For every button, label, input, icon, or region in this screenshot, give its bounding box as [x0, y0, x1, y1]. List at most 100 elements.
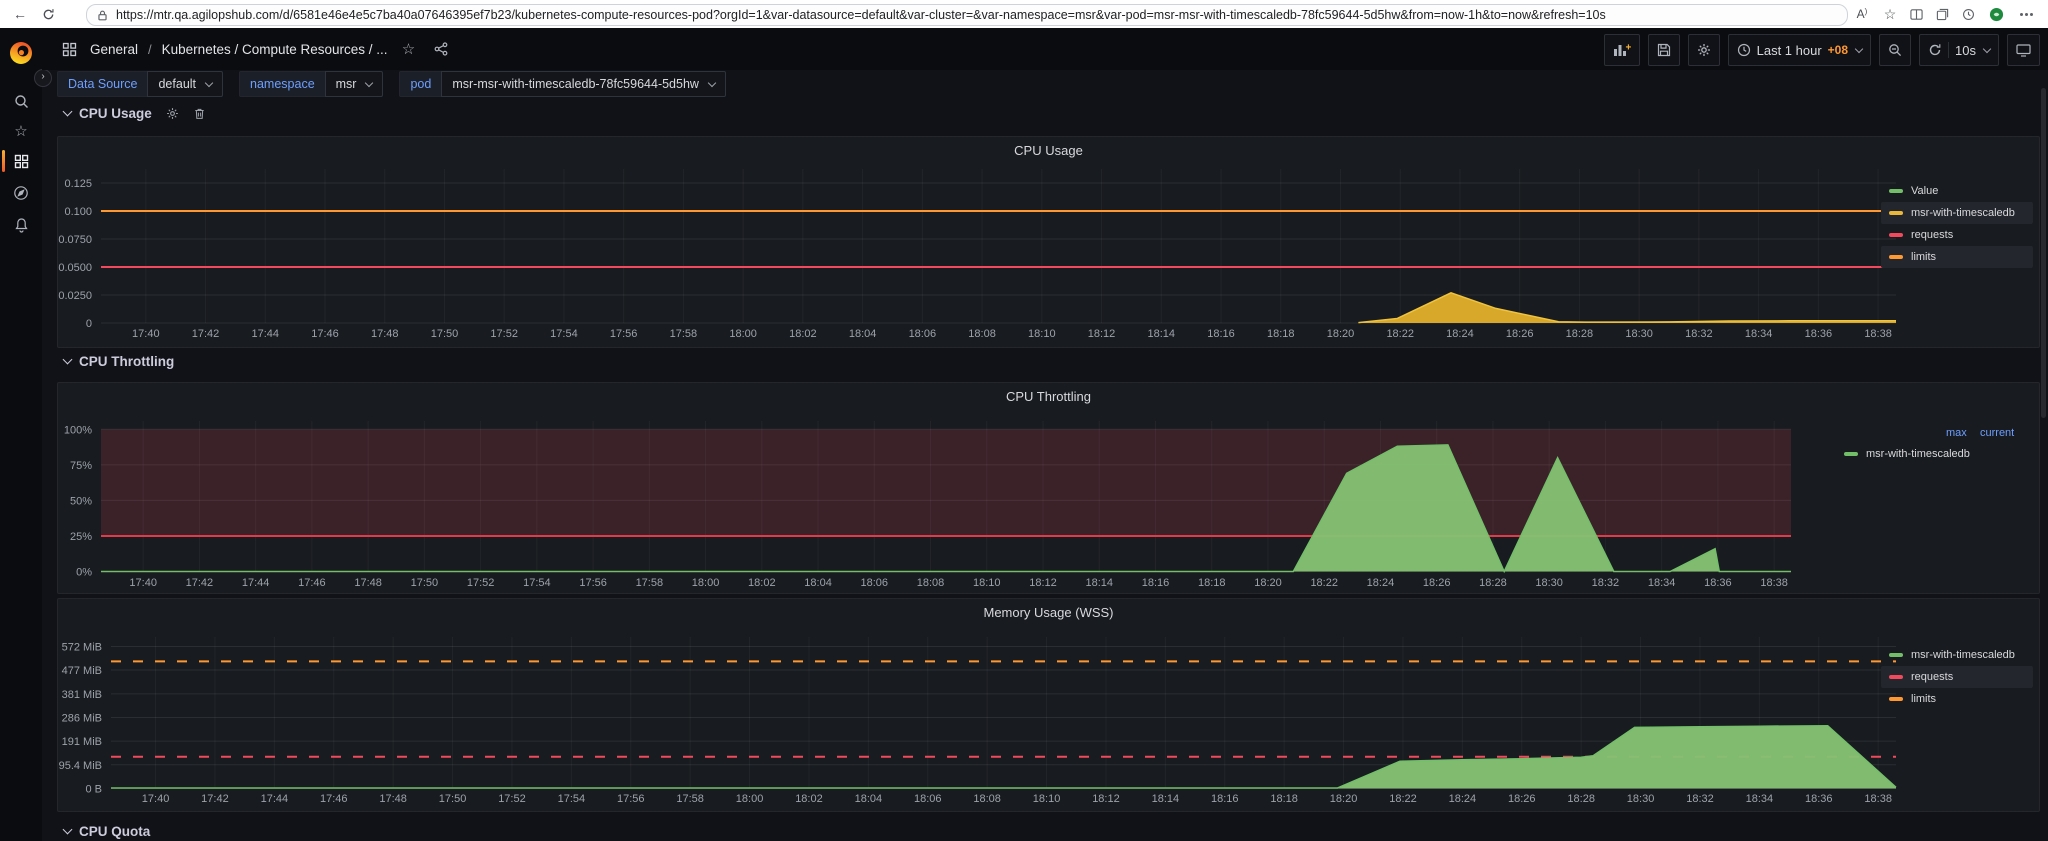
- memory-wss-chart[interactable]: 17:40 17:42 17:44 17:46 17:48 17:50 17:52 17:54…: [58, 599, 2041, 813]
- svg-text:18:00: 18:00: [736, 793, 764, 805]
- svg-text:18:18: 18:18: [1198, 577, 1226, 589]
- split-screen-icon[interactable]: [1904, 0, 1928, 28]
- alerting-bell-icon[interactable]: [0, 212, 42, 238]
- dashboard-settings-button[interactable]: [1687, 34, 1720, 66]
- svg-text:18:34: 18:34: [1745, 328, 1773, 340]
- svg-text:0.0250: 0.0250: [58, 290, 92, 302]
- legend-item[interactable]: limits: [1881, 246, 2033, 268]
- cpu-usage-chart[interactable]: 17:40 17:42 17:44 17:46 17:48 17:50 17:52 17:54…: [58, 137, 2041, 349]
- cpu-throttling-chart[interactable]: 17:40 17:42 17:44 17:46 17:48 17:50 17:52 17:54…: [58, 383, 2041, 595]
- legend-item[interactable]: requests: [1881, 224, 2033, 246]
- grafana-app: ☆ › General / Kubernetes / Compute Resou…: [0, 28, 2048, 841]
- variable-pod-select[interactable]: msr-msr-with-timescaledb-78fc59644-5d5hw: [441, 71, 726, 97]
- more-options-icon[interactable]: [2014, 0, 2038, 28]
- legend-series-marker: [1844, 452, 1858, 456]
- chevron-down-icon: [707, 78, 717, 87]
- svg-text:18:28: 18:28: [1566, 328, 1594, 340]
- legend-series-marker: [1889, 233, 1903, 237]
- svg-text:18:06: 18:06: [861, 577, 889, 589]
- legend-series-label: requests: [1911, 229, 1954, 241]
- chevron-down-icon: [1854, 44, 1864, 53]
- svg-text:18:26: 18:26: [1508, 793, 1536, 805]
- lock-icon: [97, 9, 108, 22]
- section-header-cpu-quota[interactable]: CPU Quota: [62, 824, 151, 839]
- svg-text:17:44: 17:44: [242, 577, 270, 589]
- legend-series-label: limits: [1911, 693, 1937, 705]
- sidebar-expand-button[interactable]: ›: [34, 69, 52, 87]
- breadcrumb-general[interactable]: General: [90, 42, 138, 57]
- save-dashboard-button[interactable]: [1647, 34, 1680, 66]
- browser-extension-icon[interactable]: [1984, 0, 2008, 28]
- star-dashboard-icon[interactable]: ☆: [398, 38, 420, 60]
- sidebar: ☆: [0, 28, 42, 841]
- svg-text:18:18: 18:18: [1267, 328, 1295, 340]
- explore-compass-icon[interactable]: [0, 180, 42, 206]
- svg-text:18:12: 18:12: [1088, 328, 1116, 340]
- share-icon[interactable]: [430, 38, 452, 60]
- scrollbar[interactable]: [2041, 88, 2046, 418]
- chevron-down-icon: [1982, 44, 1992, 53]
- svg-text:0%: 0%: [76, 567, 92, 579]
- cpu-throttling-legend: msr-with-timescaledb: [1836, 443, 2036, 465]
- memory-wss-legend: msr-with-timescaledb requests limits: [1881, 644, 2033, 710]
- grafana-logo[interactable]: [0, 40, 42, 66]
- section-header-cpu-usage[interactable]: CPU Usage: [62, 106, 206, 121]
- svg-text:18:06: 18:06: [909, 328, 937, 340]
- svg-text:75%: 75%: [70, 460, 92, 472]
- starred-dashboards-icon[interactable]: ☆: [0, 118, 42, 144]
- refresh-picker[interactable]: 10s: [1919, 34, 1999, 66]
- svg-text:17:56: 17:56: [610, 328, 638, 340]
- variable-datasource-select[interactable]: default: [147, 71, 224, 97]
- kiosk-mode-button[interactable]: [2007, 34, 2040, 66]
- svg-text:191 MiB: 191 MiB: [62, 736, 102, 748]
- svg-text:18:02: 18:02: [748, 577, 776, 589]
- legend-item[interactable]: requests: [1881, 666, 2033, 688]
- variable-namespace-select[interactable]: msr: [324, 71, 384, 97]
- search-icon[interactable]: [0, 88, 42, 114]
- svg-text:18:20: 18:20: [1254, 577, 1282, 589]
- section-header-cpu-throttling[interactable]: CPU Throttling: [62, 354, 174, 369]
- history-icon[interactable]: [1956, 0, 1980, 28]
- svg-text:17:48: 17:48: [354, 577, 382, 589]
- svg-text:17:42: 17:42: [186, 577, 214, 589]
- legend-item[interactable]: msr-with-timescaledb: [1881, 202, 2033, 224]
- time-range-picker[interactable]: Last 1 hour +08: [1727, 34, 1872, 66]
- browser-reload-icon[interactable]: [36, 0, 60, 28]
- collections-icon[interactable]: [1930, 0, 1954, 28]
- svg-text:0: 0: [86, 318, 92, 330]
- read-aloud-icon[interactable]: A): [1850, 0, 1874, 28]
- legend-item[interactable]: limits: [1881, 688, 2033, 710]
- chevron-down-icon: [62, 106, 73, 117]
- variable-datasource: Data Source default: [57, 71, 224, 97]
- breadcrumb-dashboard[interactable]: Kubernetes / Compute Resources / ...: [162, 42, 388, 57]
- row-delete-trash-icon[interactable]: [193, 107, 206, 120]
- zoom-out-button[interactable]: [1879, 34, 1912, 66]
- apps-grid-icon[interactable]: [58, 38, 80, 60]
- row-settings-gear-icon[interactable]: [166, 107, 179, 120]
- svg-text:17:42: 17:42: [201, 793, 229, 805]
- svg-text:0 B: 0 B: [85, 784, 102, 796]
- browser-back-icon[interactable]: ←: [8, 0, 32, 28]
- url-bar[interactable]: https://mtr.qa.agilopshub.com/d/6581e46e…: [86, 4, 1848, 26]
- svg-text:18:02: 18:02: [789, 328, 817, 340]
- chevron-down-icon: [62, 824, 73, 835]
- legend-calc-current[interactable]: current: [1980, 427, 2014, 439]
- add-panel-button[interactable]: +: [1603, 34, 1640, 66]
- svg-text:18:08: 18:08: [968, 328, 996, 340]
- dashboards-icon[interactable]: [0, 148, 42, 174]
- svg-text:0.100: 0.100: [64, 206, 92, 218]
- url-text: https://mtr.qa.agilopshub.com/d/6581e46e…: [116, 8, 1606, 22]
- svg-text:17:48: 17:48: [371, 328, 399, 340]
- legend-item[interactable]: msr-with-timescaledb: [1881, 644, 2033, 666]
- favorite-star-icon[interactable]: ☆: [1878, 0, 1902, 28]
- legend-calc-max[interactable]: max: [1946, 427, 1967, 439]
- svg-text:17:52: 17:52: [498, 793, 526, 805]
- section-title: CPU Quota: [79, 824, 151, 839]
- legend-series-marker: [1889, 189, 1903, 193]
- legend-item[interactable]: Value: [1881, 180, 2033, 202]
- svg-text:18:08: 18:08: [917, 577, 945, 589]
- legend-item[interactable]: msr-with-timescaledb: [1836, 443, 2036, 465]
- svg-text:95.4 MiB: 95.4 MiB: [59, 760, 102, 772]
- svg-text:18:10: 18:10: [973, 577, 1001, 589]
- svg-text:17:52: 17:52: [467, 577, 495, 589]
